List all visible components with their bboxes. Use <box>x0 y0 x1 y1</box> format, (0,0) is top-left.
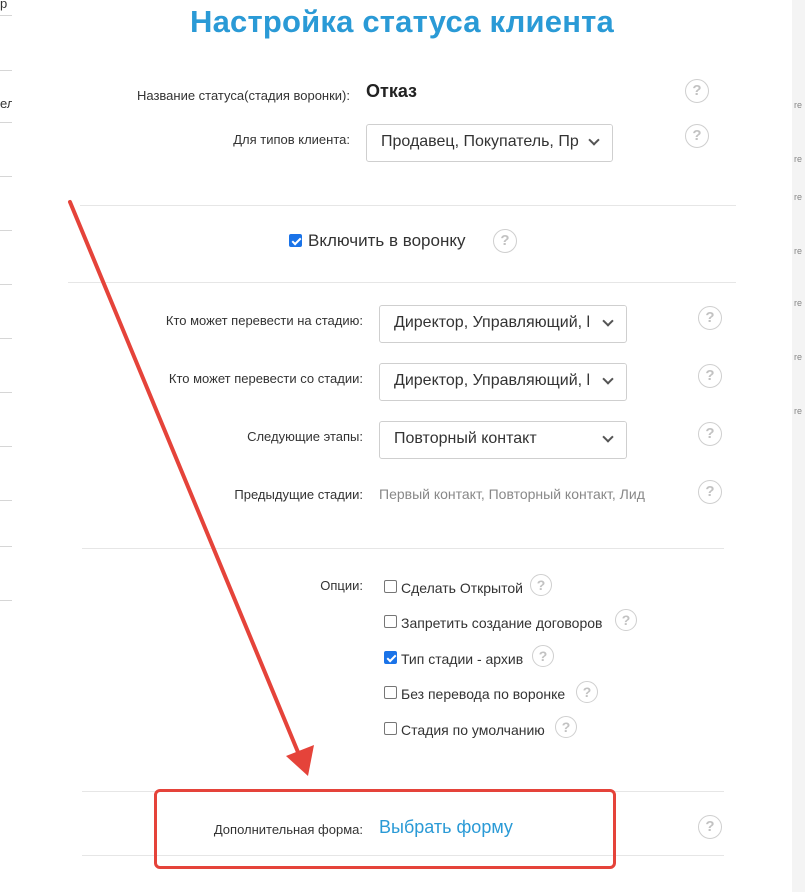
option-label-default-stage[interactable]: Стадия по умолчанию <box>401 722 545 738</box>
background-text-fragment: р <box>0 0 8 11</box>
next-stages-label: Следующие этапы: <box>247 429 363 444</box>
prev-stages-value: Первый контакт, Повторный контакт, Лид <box>379 486 645 502</box>
background-text-fragment: re <box>794 406 803 416</box>
next-stages-value: Повторный контакт <box>394 430 537 447</box>
who-from-label: Кто может перевести со стадии: <box>168 371 363 386</box>
option-checkbox-archive-type[interactable] <box>384 651 397 664</box>
help-icon[interactable]: ? <box>576 681 598 703</box>
help-icon[interactable]: ? <box>698 364 722 388</box>
who-to-label: Кто может перевести на стадию: <box>165 313 363 328</box>
who-from-value: Директор, Управляющий, l <box>394 372 591 389</box>
who-to-select[interactable]: Директор, Управляющий, l <box>379 305 627 343</box>
next-stages-select[interactable]: Повторный контакт <box>379 421 627 459</box>
background-text-fragment: re <box>794 154 803 164</box>
option-checkbox-make-open[interactable] <box>384 580 397 593</box>
background-text-fragment: re <box>794 246 803 256</box>
include-funnel-label[interactable]: Включить в воронку <box>308 231 465 251</box>
help-icon[interactable]: ? <box>493 229 517 253</box>
divider <box>80 205 736 206</box>
divider <box>68 282 736 283</box>
chevron-down-icon <box>596 422 626 456</box>
status-name-label: Название статуса(стадия воронки): <box>136 88 350 103</box>
option-checkbox-default-stage[interactable] <box>384 722 397 735</box>
client-status-modal: Настройка статуса клиента Название стату… <box>12 0 792 892</box>
help-icon[interactable]: ? <box>685 79 709 103</box>
who-from-select[interactable]: Директор, Управляющий, l <box>379 363 627 401</box>
client-types-label: Для типов клиента: <box>233 132 350 147</box>
help-icon[interactable]: ? <box>530 574 552 596</box>
option-label-no-funnel-move[interactable]: Без перевода по воронке <box>401 686 565 702</box>
chevron-down-icon <box>596 364 626 398</box>
chevron-down-icon <box>582 125 612 159</box>
help-icon[interactable]: ? <box>698 306 722 330</box>
option-label-make-open[interactable]: Сделать Открытой <box>401 580 523 596</box>
who-to-value: Директор, Управляющий, l <box>394 314 591 331</box>
option-checkbox-no-funnel-move[interactable] <box>384 686 397 699</box>
client-types-value: Продавец, Покупатель, Пр <box>381 133 579 150</box>
option-label-forbid-contracts[interactable]: Запретить создание договоров <box>401 615 602 631</box>
help-icon[interactable]: ? <box>698 422 722 446</box>
options-label: Опции: <box>320 578 363 593</box>
background-text-fragment: re <box>794 352 803 362</box>
option-label-archive-type[interactable]: Тип стадии - архив <box>401 651 523 667</box>
background-page-left: р ел <box>0 0 14 892</box>
include-funnel-checkbox[interactable] <box>289 234 302 247</box>
client-types-select[interactable]: Продавец, Покупатель, Пр <box>366 124 613 162</box>
background-page-right: re re re re re re re <box>792 0 805 892</box>
background-text-fragment: re <box>794 192 803 202</box>
help-icon[interactable]: ? <box>532 645 554 667</box>
help-icon[interactable]: ? <box>685 124 709 148</box>
background-text-fragment: re <box>794 100 803 110</box>
help-icon[interactable]: ? <box>698 480 722 504</box>
divider <box>82 548 724 549</box>
annotation-highlight-box <box>154 789 616 869</box>
help-icon[interactable]: ? <box>555 716 577 738</box>
modal-title: Настройка статуса клиента <box>190 4 614 39</box>
chevron-down-icon <box>596 306 626 340</box>
status-name-value[interactable]: Отказ <box>366 81 417 102</box>
background-text-fragment: re <box>794 298 803 308</box>
option-checkbox-forbid-contracts[interactable] <box>384 615 397 628</box>
help-icon[interactable]: ? <box>615 609 637 631</box>
help-icon[interactable]: ? <box>698 815 722 839</box>
prev-stages-label: Предыдущие стадии: <box>234 487 363 502</box>
